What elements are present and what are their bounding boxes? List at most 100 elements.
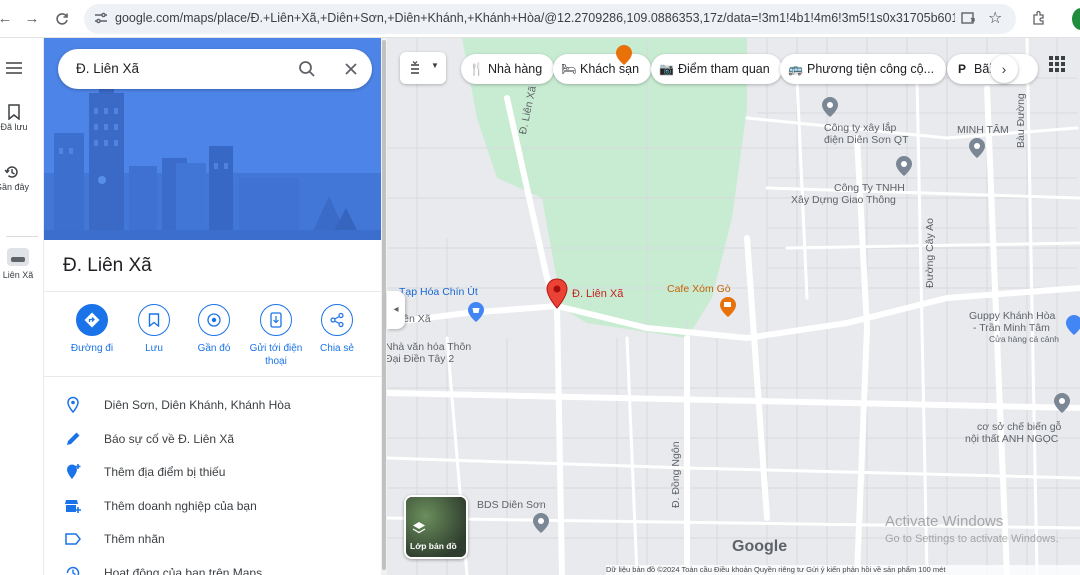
panel-scrollbar-thumb[interactable] xyxy=(382,40,386,570)
address-row[interactable]: Diên Sơn, Diên Khánh, Khánh Hòa xyxy=(44,389,382,422)
poi-label-minh-tam[interactable]: MINH TÂM xyxy=(957,124,1009,136)
save-button[interactable]: Lưu xyxy=(123,304,185,355)
directions-label: Đường đi xyxy=(70,343,114,354)
title-divider xyxy=(44,291,382,292)
search-input[interactable]: Đ. Liên Xã xyxy=(76,61,139,76)
search-box[interactable]: Đ. Liên Xã xyxy=(58,49,372,89)
cafe-poi-icon[interactable] xyxy=(719,296,737,318)
directions-button[interactable]: Đường đi xyxy=(61,304,123,355)
poi-label-nha-van-hoa-2[interactable]: Đại Điền Tây 2 xyxy=(387,353,454,365)
map-canvas[interactable]: ▼ 🍴 Nhà hàng 🛏 Khách sạn 📷 Điểm tham quan 🚌… xyxy=(387,38,1080,575)
rail-current-label: Liên Xã xyxy=(2,270,34,280)
label-icon xyxy=(65,533,81,545)
forward-icon[interactable]: → xyxy=(21,8,43,30)
pet-store-poi-icon[interactable] xyxy=(1065,314,1080,336)
share-label: Chia sẻ xyxy=(320,343,354,354)
share-icon xyxy=(330,312,344,328)
chip-hotels[interactable]: 🛏 Khách sạn xyxy=(553,54,652,84)
poi-label-cong-ty-2b[interactable]: Xây Dựng Giao Thông xyxy=(791,194,896,206)
map-footer: Dữ liệu bản đồ ©2024 Toàn cầu Điều khoản… xyxy=(606,565,1080,575)
poi-label-cong-ty-1b[interactable]: điện Diên Sơn QT xyxy=(824,134,909,146)
poi-label-guppy-b[interactable]: - Trần Minh Tâm xyxy=(973,322,1050,334)
poi-label-tap-hoa[interactable]: Tạp Hóa Chín Út xyxy=(399,286,478,298)
chip-transit-label: Phương tiện công cộ... xyxy=(807,62,935,76)
add-business-text: Thêm doanh nghiệp của bạn xyxy=(104,499,257,513)
report-issue-row[interactable]: Báo sự cố về Đ. Liên Xã xyxy=(44,423,382,456)
bookmark-star-icon[interactable]: ☆ xyxy=(988,8,1002,28)
report-issue-text: Báo sự cố về Đ. Liên Xã xyxy=(104,432,235,446)
add-label-row[interactable]: Thêm nhãn xyxy=(44,523,382,556)
add-business-icon xyxy=(65,500,81,513)
poi-label-nha-van-hoa-1[interactable]: Nhà văn hóa Thôn xyxy=(387,341,471,353)
chip-restaurants-label: Nhà hàng xyxy=(488,62,543,76)
poi-label-cong-ty-2a[interactable]: Công Ty TNHH xyxy=(834,182,905,194)
layers-label: Lớp bản đồ xyxy=(410,541,457,551)
rail-saved[interactable]: Đã lưu xyxy=(0,104,36,132)
history-icon xyxy=(4,166,18,178)
site-info-icon[interactable] xyxy=(93,10,109,26)
place-thumbnail-icon xyxy=(7,248,29,266)
poi-label-guppy-a[interactable]: Guppy Khánh Hòa xyxy=(969,310,1055,322)
business-poi-icon[interactable] xyxy=(821,96,839,118)
back-icon[interactable]: ← xyxy=(0,8,16,30)
save-label: Lưu xyxy=(145,343,163,354)
poi-label-bds[interactable]: BDS Diên Sơn xyxy=(477,499,546,511)
chips-next-button[interactable]: › xyxy=(990,55,1018,83)
chevron-left-icon: ◂ xyxy=(393,304,399,315)
food-poi-icon[interactable] xyxy=(615,44,633,66)
actions-divider xyxy=(44,376,382,377)
add-label-text: Thêm nhãn xyxy=(104,532,165,546)
activate-windows-title: Activate Windows xyxy=(885,513,1004,530)
reload-icon[interactable] xyxy=(51,8,73,30)
maps-activity-row[interactable]: Hoạt động của bạn trên Maps xyxy=(44,557,382,575)
poi-label-co-so-a[interactable]: cơ sở chế biến gỗ xyxy=(977,421,1061,433)
collapse-panel-button[interactable]: ◂ xyxy=(387,291,405,329)
profile-avatar[interactable] xyxy=(1072,8,1080,30)
send-to-phone-button[interactable]: Gửi tới điện thoại xyxy=(245,304,307,368)
browser-toolbar: ← → google.com/maps/place/Đ.+Liên+Xã,+Di… xyxy=(0,0,1080,38)
poi-label-cong-ty-1a[interactable]: Công ty xây lắp xyxy=(824,122,896,134)
apps-grid-icon[interactable] xyxy=(1048,55,1066,73)
chip-transit[interactable]: 🚌 Phương tiện công cộ... xyxy=(780,54,947,84)
extensions-icon[interactable] xyxy=(1031,10,1047,26)
restaurant-icon: 🍴 xyxy=(469,62,484,76)
add-missing-place-row[interactable]: Thêm địa điểm bị thiếu xyxy=(44,456,382,489)
transit-icon: 🚌 xyxy=(788,62,803,76)
map-layers-button[interactable]: Lớp bản đồ xyxy=(404,495,468,559)
send-to-phone-icon xyxy=(270,312,282,328)
menu-icon[interactable] xyxy=(5,61,23,75)
nearby-button[interactable]: Gần đó xyxy=(183,304,245,355)
nearby-label: Gần đó xyxy=(197,343,231,354)
url-text[interactable]: google.com/maps/place/Đ.+Liên+Xã,+Diên+S… xyxy=(115,11,955,25)
rail-divider xyxy=(6,236,38,237)
category-select[interactable]: ▼ xyxy=(400,52,446,84)
chip-attractions[interactable]: 📷 Điểm tham quan xyxy=(651,54,782,84)
install-app-icon[interactable] xyxy=(960,10,977,27)
camera-icon: 📷 xyxy=(659,62,674,76)
rail-recent[interactable]: Gần đây xyxy=(0,164,34,192)
place-pin-icon[interactable] xyxy=(545,278,569,310)
road-label-cay-ao: Đường Cây Ao xyxy=(924,218,936,288)
poi-label-guppy-c[interactable]: Cửa hàng cá cảnh xyxy=(989,334,1059,344)
business-poi-icon-2[interactable] xyxy=(968,137,986,159)
shop-poi-icon[interactable] xyxy=(467,301,485,323)
factory-poi-icon[interactable] xyxy=(1053,392,1071,414)
share-button[interactable]: Chia sẻ xyxy=(306,304,368,355)
map-footer-text[interactable]: Dữ liệu bản đồ ©2024 Toàn cầu Điều khoản… xyxy=(606,565,945,574)
chip-restaurants[interactable]: 🍴 Nhà hàng xyxy=(461,54,555,84)
rail-current-place[interactable]: Liên Xã xyxy=(0,248,40,280)
add-business-row[interactable]: Thêm doanh nghiệp của bạn xyxy=(44,490,382,523)
business-poi-icon-3[interactable] xyxy=(895,155,913,177)
search-icon[interactable] xyxy=(298,60,316,78)
rail-saved-label: Đã lưu xyxy=(0,122,28,132)
close-icon[interactable] xyxy=(344,62,358,76)
road-label-dong-ngon: Đ. Đồng Ngôn xyxy=(670,441,682,508)
poi-label-co-so-b[interactable]: nội thất ANH NGỌC xyxy=(965,433,1058,445)
parking-icon: P xyxy=(957,62,966,76)
left-rail: Đã lưu Gần đây Liên Xã xyxy=(0,38,44,575)
nearby-icon xyxy=(207,313,221,327)
real-estate-poi-icon[interactable] xyxy=(532,512,550,534)
pin-label[interactable]: Đ. Liên Xã xyxy=(572,288,623,300)
poi-label-cafe[interactable]: Cafe Xóm Gò xyxy=(667,283,731,295)
layers-icon xyxy=(412,522,426,534)
